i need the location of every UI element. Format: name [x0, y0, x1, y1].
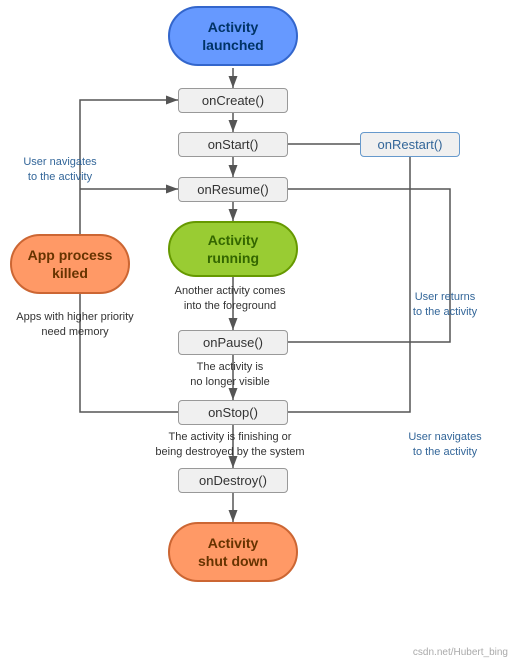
user-navigates-label: User navigates to the activity	[10, 155, 110, 186]
on-restart-node: onRestart()	[360, 132, 460, 157]
activity-running-node: Activity running	[168, 221, 298, 277]
activity-launched-node: Activity launched	[168, 6, 298, 66]
finishing-label: The activity is finishing or being destr…	[130, 430, 330, 461]
on-stop-node: onStop()	[178, 400, 288, 425]
on-create-node: onCreate()	[178, 88, 288, 113]
user-navigates-label-2: User navigates to the activity	[385, 430, 505, 461]
on-pause-node: onPause()	[178, 330, 288, 355]
no-longer-visible-label: The activity is no longer visible	[160, 360, 300, 391]
user-returns-label: User returns to the activity	[390, 290, 500, 321]
watermark: csdn.net/Hubert_bing	[413, 647, 508, 658]
apps-higher-priority-label: Apps with higher priority need memory	[10, 310, 140, 341]
on-start-node: onStart()	[178, 132, 288, 157]
activity-lifecycle-diagram: Activity launched onCreate() onStart() o…	[0, 0, 513, 663]
app-process-killed-node: App process killed	[10, 234, 130, 294]
on-resume-node: onResume()	[178, 177, 288, 202]
on-destroy-node: onDestroy()	[178, 468, 288, 493]
activity-shutdown-node: Activity shut down	[168, 522, 298, 582]
another-activity-label: Another activity comes into the foregrou…	[160, 284, 300, 315]
